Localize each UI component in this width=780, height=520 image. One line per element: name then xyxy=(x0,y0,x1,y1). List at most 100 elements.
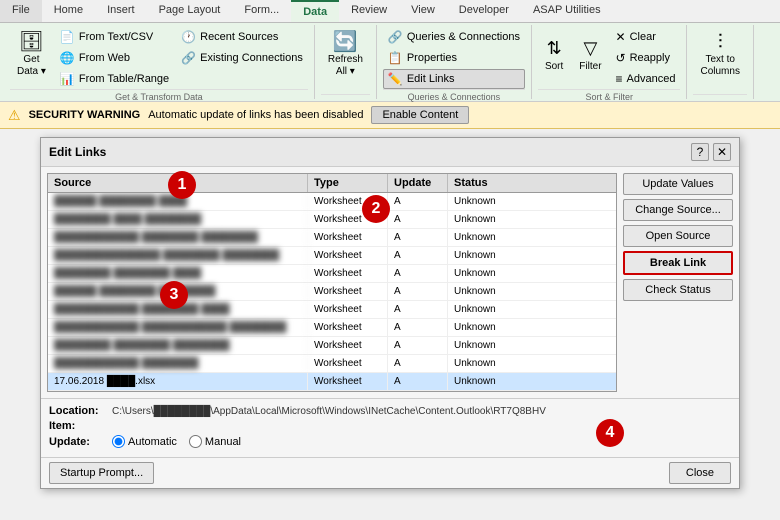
open-source-button[interactable]: Open Source xyxy=(623,225,733,247)
get-data-label: GetData ▾ xyxy=(17,54,46,78)
refresh-content: 🔄 RefreshAll ▾ xyxy=(321,27,370,94)
break-link-button[interactable]: Break Link xyxy=(623,251,733,275)
status-cell-selected: Unknown xyxy=(448,373,548,390)
advanced-button[interactable]: ≡ Advanced xyxy=(611,69,681,89)
advanced-label: Advanced xyxy=(627,73,676,85)
update-cell: A xyxy=(388,265,448,282)
main-area: 1 2 3 4 Edit Links ? ✕ Source Type Updat… xyxy=(0,129,780,497)
type-cell: Worksheet xyxy=(308,265,388,282)
queries-group-label: Queries & Connections xyxy=(383,89,525,102)
type-cell: Worksheet xyxy=(308,319,388,336)
table-row[interactable]: ████████████ ████████ ████ Worksheet A U… xyxy=(48,301,616,319)
table-row-selected[interactable]: 17.06.2018 ████.xlsx Worksheet A Unknown xyxy=(48,373,616,391)
automatic-radio[interactable]: Automatic xyxy=(112,435,177,448)
from-web-button[interactable]: 🌐 From Web xyxy=(55,48,174,68)
from-buttons-stack: 📄 From Text/CSV 🌐 From Web 📊 From Table/… xyxy=(55,27,174,89)
tab-developer[interactable]: Developer xyxy=(447,0,521,22)
table-row[interactable]: ████████ ████████ ████████ Worksheet A U… xyxy=(48,337,616,355)
help-button[interactable]: ? xyxy=(691,143,709,161)
clear-icon: ✕ xyxy=(616,30,626,44)
dialog-body: Source Type Update Status ██████ ███████… xyxy=(41,167,739,398)
manual-radio-input[interactable] xyxy=(189,435,202,448)
properties-button[interactable]: 📋 Properties xyxy=(383,48,525,68)
tab-insert[interactable]: Insert xyxy=(95,0,147,22)
table-row[interactable]: ████████████ ████████ Worksheet A Unknow… xyxy=(48,355,616,373)
edit-links-dialog: Edit Links ? ✕ Source Type Update Status… xyxy=(40,137,740,489)
manual-radio[interactable]: Manual xyxy=(189,435,241,448)
text-to-columns-button[interactable]: ⫶ Text toColumns xyxy=(693,27,746,83)
queries-icon: 🔗 xyxy=(388,30,403,44)
update-values-button[interactable]: Update Values xyxy=(623,173,733,195)
from-text-csv-label: From Text/CSV xyxy=(79,31,153,43)
filter-button[interactable]: ▽ Filter xyxy=(572,27,608,83)
web-icon: 🌐 xyxy=(60,51,75,65)
table-header: Source Type Update Status xyxy=(48,174,616,193)
table-row[interactable]: ████████████ ████████████ ████████ Works… xyxy=(48,319,616,337)
startup-prompt-button[interactable]: Startup Prompt... xyxy=(49,462,154,484)
tab-file[interactable]: File xyxy=(0,0,42,22)
from-table-button[interactable]: 📊 From Table/Range xyxy=(55,69,174,89)
table-row[interactable]: ████████ ████████ ████ Worksheet A Unkno… xyxy=(48,265,616,283)
reapply-button[interactable]: ↺ Reapply xyxy=(611,48,681,68)
update-cell: A xyxy=(388,247,448,264)
edit-links-button[interactable]: ✏️ Edit Links xyxy=(383,69,525,89)
clear-button[interactable]: ✕ Clear xyxy=(611,27,681,47)
col-type: Type xyxy=(308,174,388,192)
tab-formulas[interactable]: Form... xyxy=(232,0,291,22)
tab-review[interactable]: Review xyxy=(339,0,399,22)
existing-connections-button[interactable]: 🔗 Existing Connections xyxy=(176,48,308,68)
close-dialog-button[interactable]: ✕ xyxy=(713,143,731,161)
dialog-title: Edit Links xyxy=(49,145,106,159)
table-row[interactable]: ████████████ ████████ ████████ Worksheet… xyxy=(48,229,616,247)
properties-icon: 📋 xyxy=(388,51,403,65)
status-cell: Unknown xyxy=(448,247,548,264)
queries-connections-button[interactable]: 🔗 Queries & Connections xyxy=(383,27,525,47)
table-row[interactable]: ██████ ████████ ████ Worksheet A Unknown xyxy=(48,193,616,211)
automatic-radio-input[interactable] xyxy=(112,435,125,448)
get-transform-group: 🗄 GetData ▾ 📄 From Text/CSV 🌐 From Web 📊 xyxy=(4,25,315,99)
update-cell: A xyxy=(388,229,448,246)
source-cell-selected: 17.06.2018 ████.xlsx xyxy=(48,373,308,390)
recent-sources-button[interactable]: 🕐 Recent Sources xyxy=(176,27,308,47)
action-buttons: Update Values Change Source... Open Sour… xyxy=(623,173,733,392)
status-cell: Unknown xyxy=(448,301,548,318)
queries-group: 🔗 Queries & Connections 📋 Properties ✏️ … xyxy=(377,25,532,99)
tab-asap[interactable]: ASAP Utilities xyxy=(521,0,613,22)
update-cell: A xyxy=(388,355,448,372)
get-data-button[interactable]: 🗄 GetData ▾ xyxy=(10,27,53,83)
table-row[interactable]: ██████ ████████ ████████ Worksheet A Unk… xyxy=(48,283,616,301)
properties-label: Properties xyxy=(407,52,457,64)
source-cell: ███████████████ ████████ ████████ xyxy=(48,247,308,264)
location-row: Location: C:\Users\████████\AppData\Loca… xyxy=(49,405,731,417)
warning-icon: ⚠ xyxy=(8,107,21,124)
enable-content-button[interactable]: Enable Content xyxy=(371,106,469,124)
table-row[interactable]: ████████ ████ ████████ Worksheet A Unkno… xyxy=(48,211,616,229)
check-status-button[interactable]: Check Status xyxy=(623,279,733,301)
from-web-label: From Web xyxy=(79,52,130,64)
edit-links-label: Edit Links xyxy=(407,73,455,85)
ribbon-content: 🗄 GetData ▾ 📄 From Text/CSV 🌐 From Web 📊 xyxy=(0,23,780,101)
text-columns-label: Text toColumns xyxy=(700,54,739,78)
sort-button[interactable]: ⇅ Sort xyxy=(538,27,570,83)
type-cell: Worksheet xyxy=(308,355,388,372)
type-cell: Worksheet xyxy=(308,247,388,264)
text-columns-group-label xyxy=(693,94,746,97)
close-button[interactable]: Close xyxy=(669,462,731,484)
table-row[interactable]: ███████████████ ████████ ████████ Worksh… xyxy=(48,247,616,265)
change-source-button[interactable]: Change Source... xyxy=(623,199,733,221)
tab-home[interactable]: Home xyxy=(42,0,95,22)
tab-view[interactable]: View xyxy=(399,0,447,22)
refresh-all-button[interactable]: 🔄 RefreshAll ▾ xyxy=(321,27,370,83)
sort-icon: ⇅ xyxy=(547,38,562,59)
edit-links-icon: ✏️ xyxy=(388,72,403,86)
table-body: ██████ ████████ ████ Worksheet A Unknown… xyxy=(48,193,616,391)
tab-data[interactable]: Data xyxy=(291,0,339,22)
queries-content: 🔗 Queries & Connections 📋 Properties ✏️ … xyxy=(383,27,525,89)
type-cell: Worksheet xyxy=(308,337,388,354)
update-cell: A xyxy=(388,301,448,318)
from-text-csv-button[interactable]: 📄 From Text/CSV xyxy=(55,27,174,47)
tab-page-layout[interactable]: Page Layout xyxy=(147,0,233,22)
source-cell: ██████ ████████ ████ xyxy=(48,193,308,210)
text-csv-icon: 📄 xyxy=(60,30,75,44)
type-cell: Worksheet xyxy=(308,283,388,300)
